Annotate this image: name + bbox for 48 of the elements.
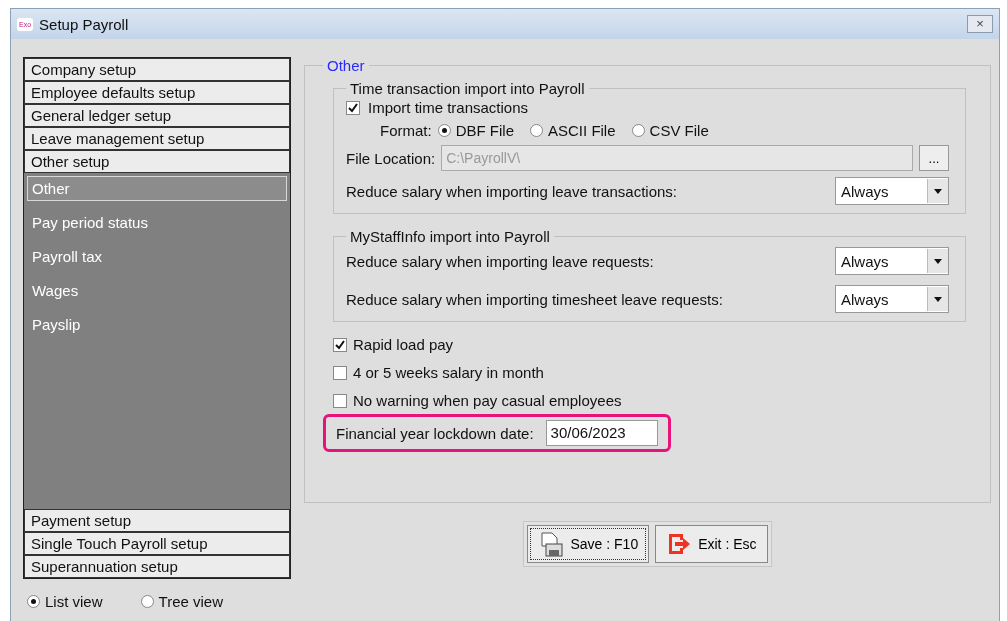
field-label: Reduce salary when importing timesheet leave requests: — [346, 290, 723, 308]
close-button[interactable]: × — [967, 15, 993, 33]
floppy-disk-icon — [538, 531, 565, 557]
checkbox-label: Rapid load pay — [353, 336, 454, 353]
checkbox-label: No warning when pay casual employees — [353, 392, 622, 409]
group-title: Time transaction import into Payroll — [349, 80, 586, 97]
field-label: Reduce salary when importing leave transactions: — [346, 182, 677, 200]
radio-button[interactable] — [437, 124, 451, 137]
dropdown[interactable]: Always — [835, 177, 949, 205]
radio-label: Tree view — [158, 593, 223, 610]
radio-label: List view — [45, 593, 103, 610]
radio-button[interactable] — [530, 124, 544, 137]
section-header[interactable]: Superannuation setup — [24, 555, 290, 578]
nav-item[interactable]: Payslip — [27, 312, 287, 337]
checkbox[interactable] — [346, 100, 360, 115]
checkbox[interactable] — [333, 337, 347, 352]
radio-button[interactable] — [140, 595, 154, 608]
checkbox[interactable] — [333, 365, 347, 380]
group-title: Other — [326, 57, 366, 74]
field-label: Financial year lockdown date: — [336, 424, 534, 442]
section-header[interactable]: Payment setup — [24, 509, 290, 532]
section-header[interactable]: Other setup — [24, 150, 290, 173]
date-field[interactable]: 30/06/2023 — [545, 420, 658, 446]
group-title: MyStaffInfo import into Payroll — [349, 228, 551, 245]
radio-label: CSV File — [649, 122, 709, 139]
checkbox[interactable] — [333, 393, 347, 408]
section-header[interactable]: Single Touch Payroll setup — [24, 532, 290, 555]
radio-button[interactable] — [27, 595, 40, 608]
radio-label: DBF File — [455, 122, 515, 139]
checkbox-label: 4 or 5 weeks salary in month — [353, 364, 544, 381]
section-header[interactable]: Company setup — [24, 58, 290, 81]
dropdown[interactable]: Always — [835, 247, 949, 275]
nav-item[interactable]: Payroll tax — [27, 244, 287, 269]
field-label: Format: — [380, 122, 432, 139]
field-label: Reduce salary when importing leave requests: — [346, 252, 654, 270]
radio-button[interactable] — [631, 124, 645, 137]
section-header[interactable]: Employee defaults setup — [24, 81, 290, 104]
section-header[interactable]: General ledger setup — [24, 104, 290, 127]
dropdown[interactable]: Always — [835, 285, 949, 313]
radio-label: ASCII File — [548, 122, 616, 139]
field-label: File Location: — [346, 149, 436, 167]
window-title: Setup Payroll — [39, 15, 130, 33]
section-header[interactable]: Leave management setup — [24, 127, 290, 150]
nav-item[interactable]: Pay period status — [27, 210, 287, 235]
checkbox-label: Import time transactions — [368, 99, 529, 116]
nav-item[interactable]: Wages — [27, 278, 287, 303]
exit-button[interactable]: Exit : Esc — [655, 525, 768, 563]
save-button[interactable]: Save : F10 — [527, 525, 650, 563]
